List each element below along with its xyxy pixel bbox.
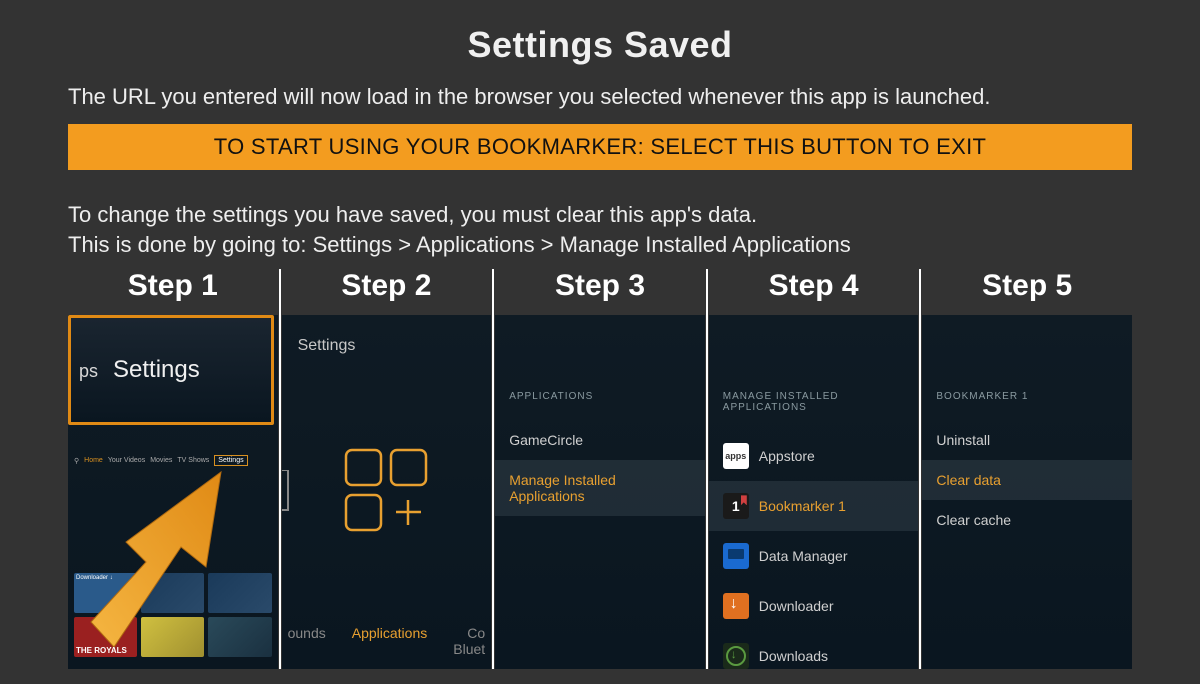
nav-item: TV Shows — [177, 457, 209, 464]
list-item-label: Bookmarker 1 — [759, 498, 846, 514]
nav-home: Home — [84, 457, 103, 464]
list-item-label: Clear data — [936, 472, 1001, 488]
appstore-icon: apps — [723, 443, 749, 469]
downloads-icon — [723, 643, 749, 669]
step-1: Step 1 ps Settings ⚲ Home Your Videos Mo… — [68, 269, 278, 669]
steps-row: Step 1 ps Settings ⚲ Home Your Videos Mo… — [68, 269, 1132, 669]
list-item-label: Data Manager — [759, 548, 848, 564]
list-item-label: Clear cache — [936, 512, 1011, 528]
step1-focus-box: ps Settings — [68, 315, 274, 425]
step3-section-label: APPLICATIONS — [495, 391, 705, 402]
step-5-heading: Step 5 — [922, 269, 1132, 303]
step-1-heading: Step 1 — [68, 269, 278, 303]
list-item-label: Manage Installed Applications — [509, 472, 691, 504]
list-item-clear-data[interactable]: Clear data — [922, 460, 1132, 500]
list-item-downloads[interactable]: Downloads — [709, 631, 919, 669]
thumb: THE ROYALS — [74, 617, 137, 657]
label-sounds-partial: ounds — [288, 625, 326, 657]
bookmarker-icon: 1 — [723, 493, 749, 519]
list-item-clear-cache[interactable]: Clear cache — [922, 500, 1132, 540]
step5-section-label: BOOKMARKER 1 — [922, 391, 1132, 402]
step-5: Step 5 BOOKMARKER 1 Uninstall Clear data… — [922, 269, 1132, 669]
exit-button[interactable]: TO START USING YOUR BOOKMARKER: SELECT T… — [68, 124, 1132, 170]
list-item-label: Downloads — [759, 648, 828, 664]
downloader-icon — [723, 593, 749, 619]
thumb — [141, 573, 204, 613]
list-item-label: Appstore — [759, 448, 815, 464]
step-4-heading: Step 4 — [709, 269, 919, 303]
step4-section-label: MANAGE INSTALLED APPLICATIONS — [709, 391, 919, 413]
thumb — [141, 617, 204, 657]
step-3: Step 3 APPLICATIONS GameCircle Manage In… — [495, 269, 705, 669]
label-applications: Applications — [352, 625, 428, 657]
step-2-heading: Step 2 — [282, 269, 492, 303]
list-item-manage-installed[interactable]: Manage Installed Applications — [495, 460, 705, 516]
step1-focus-label: Settings — [113, 356, 200, 383]
step1-navbar: ⚲ Home Your Videos Movies TV Shows Setti… — [74, 455, 272, 466]
thumb — [208, 617, 271, 657]
device-partial-icon — [282, 470, 292, 520]
step2-bottom-labels: ounds Applications CoBluet — [282, 625, 492, 657]
list-item-appstore[interactable]: apps Appstore — [709, 431, 919, 481]
thumb: Downloader ↓ — [74, 573, 137, 613]
instruction-line-2: This is done by going to: Settings > App… — [68, 230, 1132, 260]
step1-focus-prefix: ps — [79, 361, 98, 381]
applications-grid-icon — [341, 445, 431, 535]
nav-item: Movies — [150, 457, 172, 464]
step-4: Step 4 MANAGE INSTALLED APPLICATIONS app… — [709, 269, 919, 669]
step-3-heading: Step 3 — [495, 269, 705, 303]
list-item-label: Downloader — [759, 598, 834, 614]
step-2: Step 2 Settings ounds — [282, 269, 492, 669]
list-item-label: GameCircle — [509, 432, 583, 448]
list-item-data-manager[interactable]: Data Manager — [709, 531, 919, 581]
page-title: Settings Saved — [68, 24, 1132, 66]
search-icon: ⚲ — [74, 457, 79, 465]
step2-header: Settings — [298, 337, 356, 355]
instruction-line-1: To change the settings you have saved, y… — [68, 200, 1132, 230]
thumb — [208, 573, 271, 613]
list-item-downloader[interactable]: Downloader — [709, 581, 919, 631]
data-manager-icon — [723, 543, 749, 569]
list-item-label: Uninstall — [936, 432, 990, 448]
list-item-uninstall[interactable]: Uninstall — [922, 420, 1132, 460]
nav-item: Your Videos — [108, 457, 145, 464]
label-bluetooth-partial: CoBluet — [453, 625, 485, 657]
nav-settings-boxed: Settings — [214, 455, 247, 466]
list-item-gamecircle[interactable]: GameCircle — [495, 420, 705, 460]
page-subtitle: The URL you entered will now load in the… — [68, 84, 1132, 110]
step1-thumbs: Downloader ↓ THE ROYALS — [74, 573, 272, 663]
list-item-bookmarker1[interactable]: 1 Bookmarker 1 — [709, 481, 919, 531]
